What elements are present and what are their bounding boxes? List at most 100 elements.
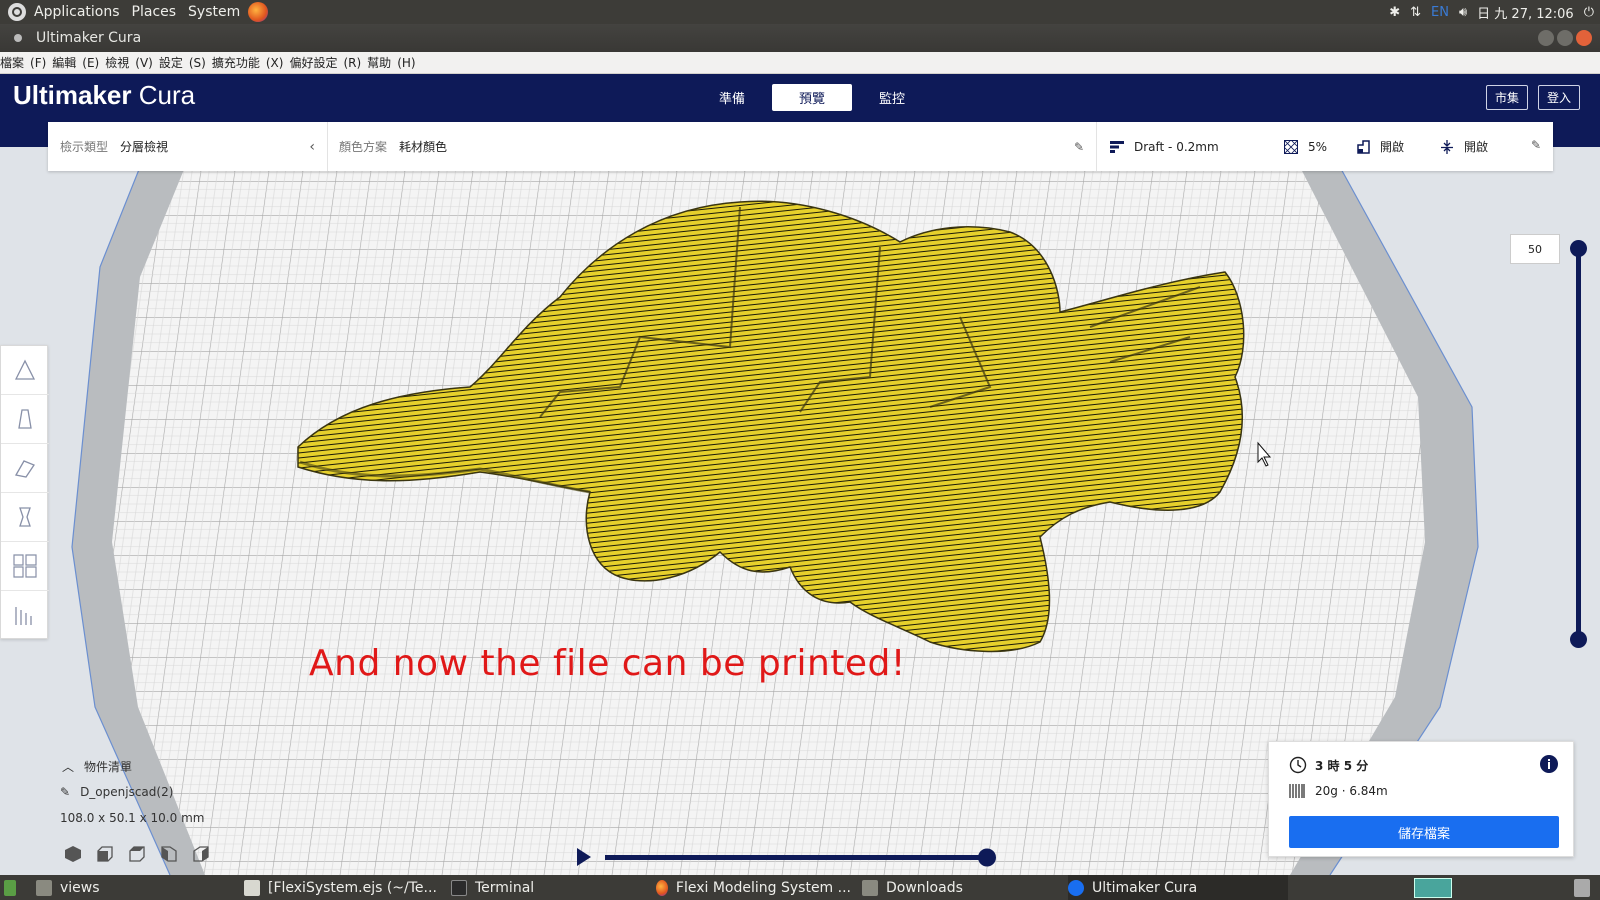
play-icon[interactable] bbox=[577, 848, 591, 866]
object-name-row[interactable]: ✎ D_openjscad(2) bbox=[56, 779, 306, 805]
view-type-value: 分層檢視 bbox=[120, 140, 169, 154]
support-setting[interactable]: 開啟 bbox=[1356, 122, 1404, 171]
brand-light: Cura bbox=[131, 80, 196, 110]
pencil-icon[interactable]: ✎ bbox=[60, 785, 70, 799]
adhesion-icon bbox=[1441, 139, 1453, 154]
clock-icon bbox=[1289, 756, 1307, 774]
print-settings-pencil-icon[interactable]: ✎ bbox=[1531, 138, 1541, 152]
cura-icon bbox=[1068, 879, 1084, 896]
taskbar-item-cura[interactable]: Ultimaker Cura bbox=[1068, 875, 1288, 900]
menu-edit[interactable]: 編輯 bbox=[52, 54, 82, 71]
window-menu-icon[interactable] bbox=[14, 34, 22, 42]
per-model-settings-icon bbox=[13, 554, 37, 578]
show-desktop-button[interactable] bbox=[0, 875, 24, 900]
menu-settings[interactable]: 設定 bbox=[159, 54, 189, 71]
print-summary-card: 3 時 5 分 20g · 6.84m 儲存檔案 bbox=[1268, 741, 1574, 857]
timeline-track[interactable] bbox=[605, 855, 990, 860]
menu-file[interactable]: 檔案 bbox=[0, 54, 30, 71]
taskbar-item-downloads[interactable]: Downloads bbox=[862, 875, 1057, 900]
left-toolbar bbox=[0, 345, 49, 640]
layer-slider-top-handle[interactable] bbox=[1570, 240, 1587, 257]
system-tray: ✱ ⇅ EN 🔊︎ 日 九 27, 12:06 ⏻ bbox=[1389, 0, 1594, 24]
volume-icon[interactable]: 🔊︎ bbox=[1459, 5, 1467, 20]
material-usage: 20g · 6.84m bbox=[1315, 784, 1388, 798]
scale-tool-button[interactable] bbox=[1, 395, 49, 444]
applications-menu[interactable]: Applications bbox=[28, 4, 126, 20]
login-button[interactable]: 登入 bbox=[1537, 85, 1580, 110]
color-scheme-selector[interactable]: 顏色方案 耗材顏色 ✎ bbox=[339, 122, 1084, 171]
object-list-toggle[interactable]: ︿ 物件清單 bbox=[56, 753, 306, 779]
taskbar-label: Ultimaker Cura bbox=[1092, 879, 1198, 896]
timeline-handle[interactable] bbox=[978, 848, 996, 867]
workspace-switcher-icon bbox=[1414, 877, 1452, 898]
color-scheme-value: 耗材顏色 bbox=[399, 140, 448, 154]
menu-help[interactable]: 幫助 bbox=[367, 54, 397, 71]
keyboard-layout[interactable]: EN bbox=[1431, 5, 1449, 20]
tab-preview[interactable]: 預覽 bbox=[772, 84, 852, 111]
ubuntu-logo-icon[interactable] bbox=[8, 3, 26, 21]
menu-edit-accel[interactable]: (E) bbox=[82, 56, 105, 70]
menu-help-accel[interactable]: (H) bbox=[397, 56, 421, 70]
menu-preferences-accel[interactable]: (R) bbox=[343, 56, 367, 70]
menu-extensions[interactable]: 擴充功能 bbox=[212, 54, 266, 71]
right-view-icon[interactable] bbox=[192, 845, 210, 863]
text-editor-icon bbox=[244, 879, 260, 896]
mirror-tool-button[interactable] bbox=[1, 493, 49, 542]
network-icon[interactable]: ⇅ bbox=[1410, 5, 1421, 20]
layer-slider-track[interactable] bbox=[1576, 248, 1581, 638]
scale-icon bbox=[18, 409, 32, 429]
object-list-title: 物件清單 bbox=[84, 759, 133, 774]
taskbar-item-views[interactable]: views bbox=[36, 875, 231, 900]
print-profile[interactable]: Draft - 0.2mm bbox=[1110, 122, 1219, 171]
object-list: ︿ 物件清單 ✎ D_openjscad(2) 108.0 x 50.1 x 10.… bbox=[56, 753, 306, 867]
power-icon[interactable]: ⏻ bbox=[1584, 5, 1594, 20]
menu-preferences[interactable]: 偏好設定 bbox=[289, 54, 343, 71]
window-title: Ultimaker Cura bbox=[36, 30, 142, 46]
view-type-selector[interactable]: 檢示類型 分層檢視 ‹ bbox=[60, 122, 315, 171]
object-name: D_openjscad(2) bbox=[80, 785, 174, 799]
menu-settings-accel[interactable]: (S) bbox=[189, 56, 212, 70]
places-menu[interactable]: Places bbox=[126, 4, 183, 20]
minimize-button[interactable] bbox=[1538, 30, 1554, 46]
menu-file-accel[interactable]: (F) bbox=[30, 56, 52, 70]
simulation-timeline[interactable] bbox=[575, 846, 1005, 870]
trash-button[interactable] bbox=[1574, 875, 1600, 900]
taskbar-item-editor[interactable]: [FlexiSystem.ejs (~/Te... bbox=[244, 875, 439, 900]
terminal-icon bbox=[451, 879, 467, 896]
window-titlebar[interactable]: Ultimaker Cura bbox=[0, 24, 1600, 52]
bluetooth-icon[interactable]: ✱ bbox=[1389, 5, 1400, 20]
layer-slider-bottom-handle[interactable] bbox=[1570, 631, 1587, 648]
top-view-icon[interactable] bbox=[128, 845, 146, 863]
left-view-icon[interactable] bbox=[160, 845, 178, 863]
3d-view-icon[interactable] bbox=[64, 845, 82, 863]
current-layer-input[interactable]: 50 bbox=[1510, 234, 1560, 264]
tab-prepare[interactable]: 準備 bbox=[692, 84, 772, 111]
chevron-left-icon[interactable]: ‹ bbox=[309, 139, 315, 155]
maximize-button[interactable] bbox=[1557, 30, 1573, 46]
firefox-launcher-icon[interactable] bbox=[248, 2, 269, 22]
pencil-icon[interactable]: ✎ bbox=[1074, 140, 1084, 154]
material-spool-icon bbox=[1289, 784, 1305, 798]
save-to-disk-button[interactable]: 儲存檔案 bbox=[1289, 816, 1559, 848]
infill-setting[interactable]: 5% bbox=[1284, 122, 1327, 171]
chevron-up-icon[interactable]: ︿ bbox=[62, 758, 74, 775]
rotate-tool-button[interactable] bbox=[1, 444, 49, 493]
close-button[interactable] bbox=[1576, 30, 1592, 46]
clock[interactable]: 日 九 27, 12:06 bbox=[1477, 3, 1574, 22]
menu-view[interactable]: 檢視 bbox=[105, 54, 135, 71]
taskbar-item-firefox[interactable]: Flexi Modeling System ... bbox=[656, 875, 851, 900]
workspace-switcher[interactable] bbox=[1414, 875, 1454, 900]
per-model-settings-button[interactable] bbox=[1, 542, 49, 591]
adhesion-setting[interactable]: 開啟 bbox=[1440, 122, 1488, 171]
front-view-icon[interactable] bbox=[96, 845, 114, 863]
support-blocker-button[interactable] bbox=[1, 591, 49, 640]
system-menu[interactable]: System bbox=[182, 4, 246, 20]
taskbar-label: Terminal bbox=[475, 879, 535, 896]
tab-monitor[interactable]: 監控 bbox=[852, 84, 932, 111]
move-tool-button[interactable] bbox=[1, 346, 49, 395]
taskbar-item-terminal[interactable]: Terminal bbox=[451, 875, 646, 900]
info-icon[interactable] bbox=[1539, 754, 1559, 774]
marketplace-button[interactable]: 市集 bbox=[1485, 85, 1528, 110]
menu-view-accel[interactable]: (V) bbox=[135, 56, 159, 70]
menu-extensions-accel[interactable]: (X) bbox=[266, 56, 290, 70]
